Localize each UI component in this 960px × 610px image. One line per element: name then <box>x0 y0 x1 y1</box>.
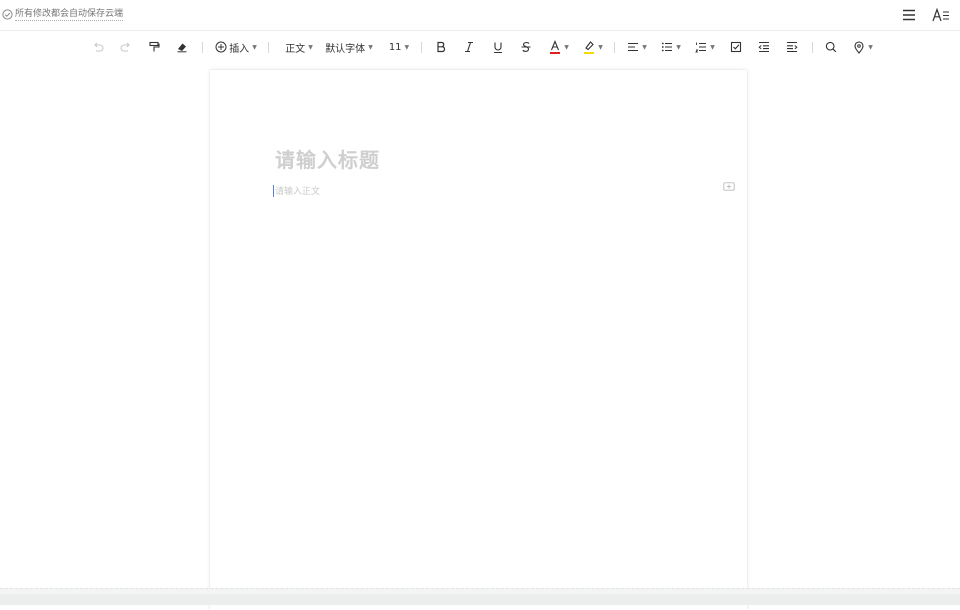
checkbox-icon[interactable] <box>728 39 744 55</box>
chevron-down-icon: ▼ <box>868 43 873 51</box>
chevron-down-icon: ▼ <box>252 43 257 51</box>
numbered-list-button[interactable]: ▼ <box>694 39 716 55</box>
chevron-down-icon: ▼ <box>676 43 681 51</box>
save-status: 所有修改都会自动保存云端 <box>2 7 124 21</box>
toolbar-separator <box>614 42 615 53</box>
bullet-list-button[interactable]: ▼ <box>660 39 682 55</box>
insert-button[interactable]: 插入 ▼ <box>214 39 258 55</box>
chevron-down-icon: ▼ <box>564 43 569 51</box>
bullet-list-icon <box>661 41 673 53</box>
underline-icon[interactable] <box>490 39 506 55</box>
bold-icon[interactable] <box>433 39 449 55</box>
paragraph-style-label: 正文 <box>285 43 306 55</box>
text-cursor <box>273 184 274 197</box>
font-color-icon <box>549 40 561 54</box>
clear-format-icon[interactable] <box>174 39 190 55</box>
font-size-select[interactable]: 11 ▼ <box>387 39 411 55</box>
indent-icon[interactable] <box>784 39 800 55</box>
title-placeholder[interactable]: 请输入标题 <box>275 144 380 173</box>
toolbar-separator <box>812 42 813 53</box>
horizontal-scrollbar[interactable] <box>0 594 960 605</box>
location-icon <box>853 40 865 54</box>
highlight-icon <box>583 40 595 54</box>
editor-toolbar: 插入 ▼ 正文 ▼ 默认字体 ▼ 11 ▼ ▼ ▼ ▼ ▼ ▼ ▼ <box>0 32 960 62</box>
text-format-icon[interactable] <box>932 6 950 24</box>
chevron-down-icon: ▼ <box>598 43 603 51</box>
font-color-button[interactable]: ▼ <box>548 39 570 55</box>
highlight-button[interactable]: ▼ <box>582 39 604 55</box>
document-page[interactable]: 请输入标题 请输入正文 <box>210 70 747 610</box>
status-bar <box>0 588 960 605</box>
chevron-down-icon: ▼ <box>710 43 715 51</box>
body-placeholder: 请输入正文 <box>275 187 321 197</box>
check-circle-icon <box>2 8 13 20</box>
outdent-icon[interactable] <box>756 39 772 55</box>
chevron-down-icon: ▼ <box>308 43 313 51</box>
redo-icon[interactable] <box>118 39 134 55</box>
align-button[interactable]: ▼ <box>626 39 648 55</box>
search-icon[interactable] <box>823 39 839 55</box>
numbered-list-icon <box>695 41 707 53</box>
add-comment-icon[interactable] <box>723 178 735 197</box>
align-left-icon <box>627 41 639 53</box>
font-family-select[interactable]: 默认字体 ▼ <box>325 39 373 55</box>
chevron-down-icon: ▼ <box>642 43 647 51</box>
chevron-down-icon: ▼ <box>404 43 410 51</box>
insert-icon <box>215 41 227 53</box>
top-bar: 所有修改都会自动保存云端 <box>0 0 960 31</box>
body-input[interactable]: 请输入正文 <box>273 184 320 197</box>
toolbar-separator <box>421 42 422 53</box>
insert-label: 插入 <box>229 43 250 55</box>
location-button[interactable]: ▼ <box>852 39 874 55</box>
toolbar-separator <box>268 42 269 53</box>
italic-icon[interactable] <box>461 39 477 55</box>
font-size-label: 11 <box>388 41 402 53</box>
undo-icon[interactable] <box>90 39 106 55</box>
document-canvas: 请输入标题 请输入正文 <box>0 62 960 610</box>
menu-icon[interactable] <box>900 6 918 24</box>
save-status-text[interactable]: 所有修改都会自动保存云端 <box>15 8 124 21</box>
paragraph-style-select[interactable]: 正文 ▼ <box>282 39 316 55</box>
strikethrough-icon[interactable] <box>518 39 534 55</box>
font-family-label: 默认字体 <box>325 43 366 55</box>
toolbar-separator <box>202 42 203 53</box>
chevron-down-icon: ▼ <box>368 43 373 51</box>
format-painter-icon[interactable] <box>146 39 162 55</box>
